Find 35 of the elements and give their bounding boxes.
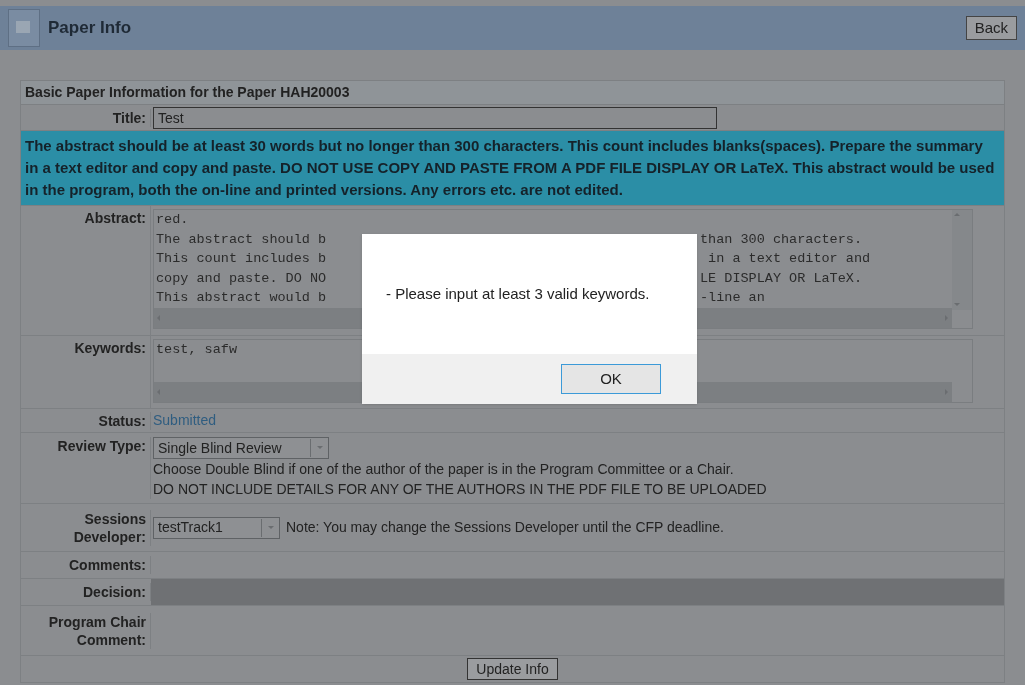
abstract-text-line: red. <box>156 211 189 229</box>
field-label: Sessions Developer: <box>72 509 146 546</box>
field-label: Comments: <box>69 556 146 574</box>
field-label: Program Chair Comment: <box>47 612 146 649</box>
abstract-text-line: LE DISPLAY OR LaTeX. <box>700 269 863 288</box>
dropdown[interactable]: testTrack1 <box>153 516 280 539</box>
paper-icon <box>8 9 40 47</box>
notice-banner: The abstract should be at least 30 words but no longer than 300 characters. This count includes blanks(spaces). Prepare the summary in a text editor and copy and paste. DO NOT USE COPY AND PASTE FROM A PDF FILE DISPLAY OR LaTeX. This abstract would be used in the program, both the on-line and printed versions. Any errors etc. are not edited. <box>21 131 1004 206</box>
field-label: Keywords: <box>74 339 146 358</box>
abstract-text-line: The abstract should b <box>156 230 327 249</box>
field-label: Title: <box>112 108 146 127</box>
page-title: Paper Info <box>48 17 132 40</box>
abstract-text-line: copy and paste. DO NO <box>156 269 327 288</box>
update-info-button[interactable]: Update Info <box>467 658 558 680</box>
section-heading: Basic Paper Information for the Paper HAH20003 <box>21 81 1004 105</box>
abstract-text-line: -line an <box>700 289 765 307</box>
field-label: Status: <box>98 411 146 430</box>
abstract-text-line: This count includes b <box>156 250 327 268</box>
field-label: Review Type: <box>57 437 146 456</box>
vertical-scrollbar[interactable] <box>952 210 972 310</box>
abstract-text-line: This abstract would b <box>156 289 327 307</box>
abstract-text-line: in a text editor and <box>707 250 871 268</box>
review-note: Choose Double Blind if one of the author of the paper is in the Program Committee or a Chair. <box>153 460 735 479</box>
sessions-note: Note: You may change the Sessions Developer until the CFP deadline. <box>286 518 724 537</box>
dropdown[interactable]: Single Blind Review <box>153 437 329 459</box>
back-button[interactable]: Back <box>965 16 1017 40</box>
dialog-message: - Please input at least 3 valid keywords. <box>386 283 650 304</box>
review-note: DO NOT INCLUDE DETAILS FOR ANY OF THE AUTHORS IN THE PDF FILE TO BE UPLOADED <box>153 480 767 499</box>
field-label: Decision: <box>83 583 146 601</box>
status-value: Submitted <box>153 411 217 430</box>
ok-button[interactable]: OK <box>561 364 661 394</box>
keywords-text: test, safw <box>156 342 237 357</box>
abstract-text-line: than 300 characters. <box>700 230 863 249</box>
title-field[interactable]: Test <box>153 106 717 129</box>
field-label: Abstract: <box>84 209 146 228</box>
